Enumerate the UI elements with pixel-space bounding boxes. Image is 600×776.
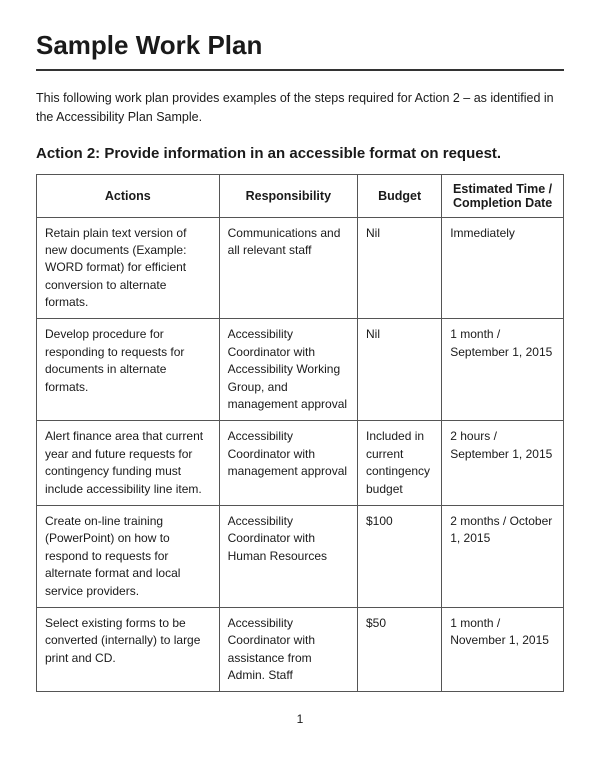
header-actions: Actions	[37, 174, 220, 217]
work-plan-table: Actions Responsibility Budget Estimated …	[36, 174, 564, 693]
cell-responsibility-3: Accessibility Coordinator with Human Res…	[219, 505, 357, 607]
cell-actions-1: Develop procedure for responding to requ…	[37, 319, 220, 421]
intro-text: This following work plan provides exampl…	[36, 89, 564, 127]
section-heading: Action 2: Provide information in an acce…	[36, 145, 564, 162]
cell-budget-1: Nil	[358, 319, 442, 421]
cell-date-0: Immediately	[442, 217, 564, 319]
cell-budget-4: $50	[358, 607, 442, 692]
cell-responsibility-2: Accessibility Coordinator with managemen…	[219, 421, 357, 506]
header-budget: Budget	[358, 174, 442, 217]
cell-budget-0: Nil	[358, 217, 442, 319]
page-number: 1	[297, 712, 304, 726]
cell-actions-4: Select existing forms to be converted (i…	[37, 607, 220, 692]
cell-actions-3: Create on-line training (PowerPoint) on …	[37, 505, 220, 607]
cell-responsibility-1: Accessibility Coordinator with Accessibi…	[219, 319, 357, 421]
cell-budget-3: $100	[358, 505, 442, 607]
page-title: Sample Work Plan	[36, 30, 564, 61]
cell-budget-2: Included in current contingency budget	[358, 421, 442, 506]
title-divider	[36, 69, 564, 71]
table-row: Select existing forms to be converted (i…	[37, 607, 564, 692]
header-date: Estimated Time / Completion Date	[442, 174, 564, 217]
table-row: Retain plain text version of new documen…	[37, 217, 564, 319]
table-row: Develop procedure for responding to requ…	[37, 319, 564, 421]
header-responsibility: Responsibility	[219, 174, 357, 217]
cell-actions-0: Retain plain text version of new documen…	[37, 217, 220, 319]
cell-responsibility-4: Accessibility Coordinator with assistanc…	[219, 607, 357, 692]
cell-responsibility-0: Communications and all relevant staff	[219, 217, 357, 319]
cell-date-2: 2 hours / September 1, 2015	[442, 421, 564, 506]
cell-date-1: 1 month / September 1, 2015	[442, 319, 564, 421]
footer: 1	[36, 712, 564, 726]
cell-actions-2: Alert finance area that current year and…	[37, 421, 220, 506]
table-row: Create on-line training (PowerPoint) on …	[37, 505, 564, 607]
table-row: Alert finance area that current year and…	[37, 421, 564, 506]
table-header-row: Actions Responsibility Budget Estimated …	[37, 174, 564, 217]
cell-date-3: 2 months / October 1, 2015	[442, 505, 564, 607]
cell-date-4: 1 month / November 1, 2015	[442, 607, 564, 692]
